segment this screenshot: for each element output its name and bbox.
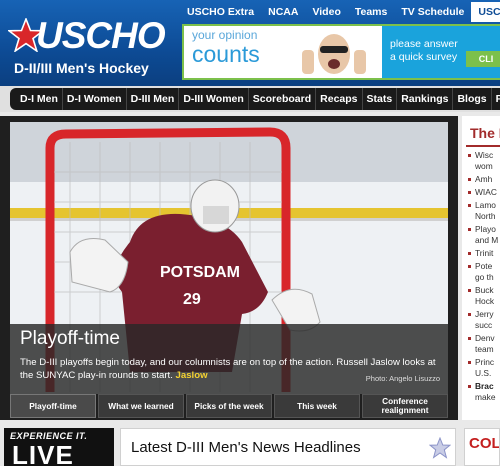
nav-d3-men[interactable]: D-III Men <box>127 88 180 110</box>
list-item[interactable]: Brac make <box>468 381 500 403</box>
topnav-ncaa[interactable]: NCAA <box>261 2 305 22</box>
list-item[interactable]: Amh <box>468 174 500 185</box>
topnav-uscho-extra[interactable]: USCHO Extra <box>180 2 261 22</box>
feature-tabs: Playoff-time What we learned Picks of th… <box>10 394 448 418</box>
latest-sidebar: The L Wiscwom Amh WIAC LamoNorth Playoan… <box>458 116 500 420</box>
bottom-row: EXPERIENCE IT. LIVE Latest D-III Men's N… <box>0 420 500 466</box>
survey-ad-banner[interactable]: your opinion counts please answer a quic… <box>182 24 500 80</box>
page: USCHO D-II/III Men's Hockey USCHO Extra … <box>0 0 500 466</box>
ad-face-illustration-icon <box>302 34 366 74</box>
tab-playoff-time[interactable]: Playoff-time <box>10 394 96 418</box>
feature-caption: Playoff-time The D-III playoffs begin to… <box>10 324 448 394</box>
tab-what-we-learned[interactable]: What we learned <box>98 394 184 418</box>
jersey-text: POTSDAM <box>160 264 240 281</box>
top-nav: USCHO Extra NCAA Video Teams TV Schedule… <box>180 2 500 22</box>
list-item[interactable]: Wisc wom <box>468 150 500 172</box>
topnav-video[interactable]: Video <box>305 2 347 22</box>
list-item[interactable]: Princ U.S. <box>468 357 500 379</box>
tab-this-week[interactable]: This week <box>274 394 360 418</box>
promo-line2: LIVE <box>12 440 74 466</box>
nav-photos[interactable]: Photos <box>492 88 500 110</box>
topnav-teams[interactable]: Teams <box>348 2 395 22</box>
feature-jaslow-link[interactable]: Jaslow <box>176 370 208 381</box>
main-nav-bar: D-I Men D-I Women D-III Men D-III Women … <box>10 88 500 110</box>
nav-blogs[interactable]: Blogs <box>453 88 492 110</box>
nav-d3-women[interactable]: D-III Women <box>179 88 249 110</box>
list-item[interactable]: Jerry succ <box>468 309 500 331</box>
list-item[interactable]: Buck Hock <box>468 285 500 307</box>
sidebar-list: Wisc wom Amh WIAC Lamo North Playo and M Tr… <box>468 150 500 403</box>
jersey-number: 29 <box>183 291 201 308</box>
tab-picks-of-the-week[interactable]: Picks of the week <box>186 394 272 418</box>
logo-text: USCHO <box>36 15 166 56</box>
list-item[interactable]: Pote go th <box>468 261 500 283</box>
nav-d1-men[interactable]: D-I Men <box>16 88 63 110</box>
uscho-logo[interactable]: USCHO <box>8 12 168 60</box>
nav-recaps[interactable]: Recaps <box>316 88 363 110</box>
list-item[interactable]: Lamo North <box>468 200 500 222</box>
ad-cta-panel: please answer a quick survey CLI <box>382 26 500 78</box>
list-item[interactable]: Trinit <box>468 248 500 259</box>
ad-click-button[interactable]: CLI <box>466 51 500 67</box>
photo-credit: Photo: Angelo Lisuzzo <box>365 374 440 383</box>
feature-slider: POTSDAM 29 Playoff-time The D-III playof… <box>0 116 458 420</box>
experience-it-live-promo[interactable]: EXPERIENCE IT. LIVE <box>4 428 114 466</box>
feature-photo[interactable]: POTSDAM 29 Playoff-time The D-III playof… <box>10 122 448 394</box>
headlines-panel: Latest D-III Men's News Headlines <box>120 428 456 466</box>
site-header: USCHO D-II/III Men's Hockey USCHO Extra … <box>0 0 500 86</box>
list-item[interactable]: Denv team <box>468 333 500 355</box>
right-ad-text: COL <box>469 435 500 452</box>
feature-title[interactable]: Playoff-time <box>20 328 120 350</box>
topnav-uscho-store[interactable]: USCHO Store <box>471 2 500 22</box>
ad-headline: your opinion counts <box>192 29 260 67</box>
sidebar-title: The L <box>470 125 500 141</box>
nav-d1-women[interactable]: D-I Women <box>63 88 127 110</box>
main-nav: D-I Men D-I Women D-III Men D-III Women … <box>0 86 500 112</box>
nav-rankings[interactable]: Rankings <box>397 88 454 110</box>
site-tagline: D-II/III Men's Hockey <box>14 60 149 76</box>
ad-line2: counts <box>192 41 260 67</box>
star-icon[interactable] <box>429 437 451 459</box>
ad-message: please answer a quick survey <box>390 38 458 63</box>
topnav-tv-schedule[interactable]: TV Schedule <box>394 2 471 22</box>
headlines-title: Latest D-III Men's News Headlines <box>131 439 361 456</box>
nav-stats[interactable]: Stats <box>363 88 398 110</box>
tab-conference-realignment[interactable]: Conference realignment <box>362 394 448 418</box>
list-item[interactable]: Playo and M <box>468 224 500 246</box>
right-ad[interactable]: COL <box>464 428 500 466</box>
nav-scoreboard[interactable]: Scoreboard <box>249 88 317 110</box>
list-item[interactable]: WIAC <box>468 187 500 198</box>
sidebar-divider <box>466 145 500 147</box>
